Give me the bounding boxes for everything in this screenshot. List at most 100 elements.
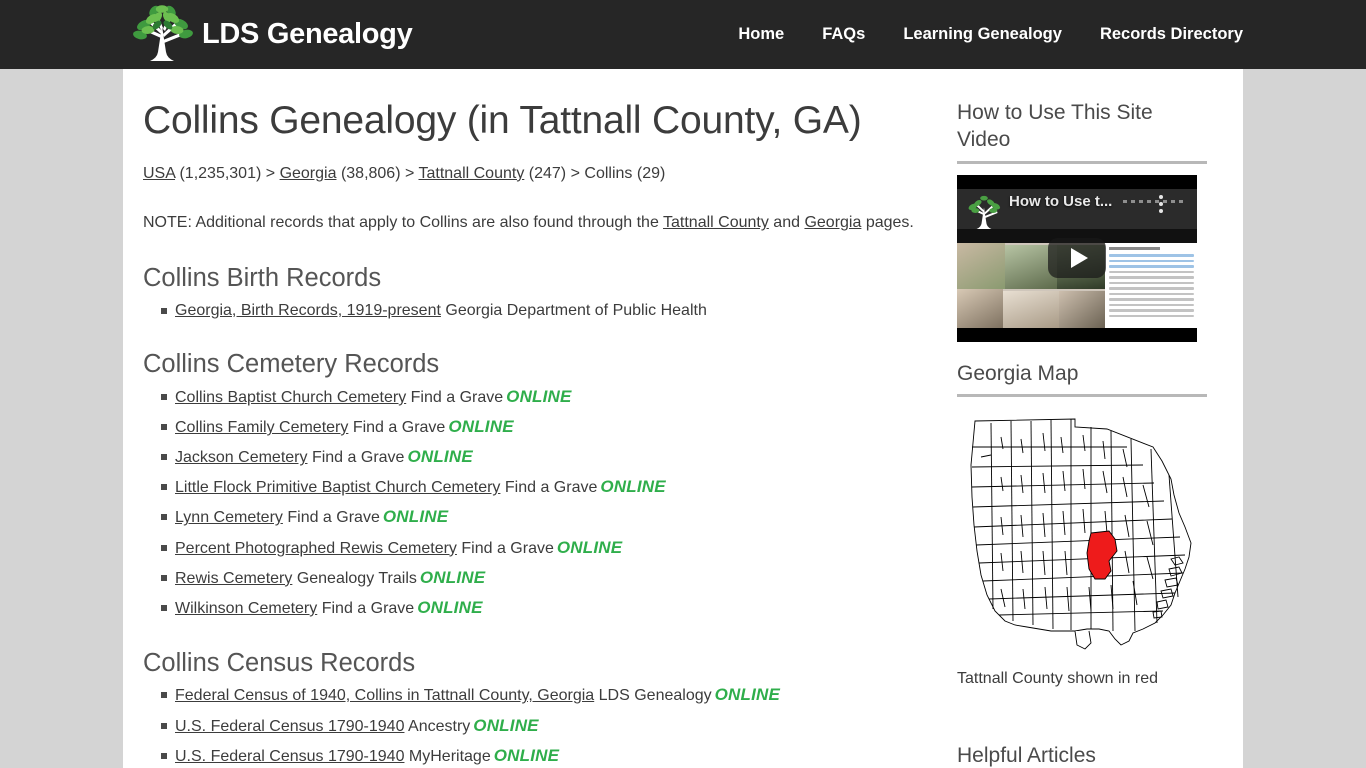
record-item: Federal Census of 1940, Collins in Tattn… — [143, 683, 933, 708]
online-badge: ONLINE — [600, 477, 666, 497]
breadcrumb-usa-link[interactable]: USA — [143, 165, 175, 182]
note-county-link[interactable]: Tattnall County — [663, 214, 769, 231]
breadcrumb-georgia-count: (38,806) — [340, 164, 401, 182]
nav-home[interactable]: Home — [738, 25, 784, 44]
record-item: Wilkinson Cemetery Find a Grave ONLINE — [143, 596, 933, 621]
record-source: Find a Grave — [352, 419, 446, 437]
record-link[interactable]: Georgia, Birth Records, 1919-present — [175, 302, 441, 319]
record-item: Percent Photographed Rewis Cemetery Find… — [143, 536, 933, 561]
nav-faqs[interactable]: FAQs — [822, 25, 865, 44]
online-badge: ONLINE — [419, 567, 486, 587]
record-source: Find a Grave — [461, 539, 554, 557]
page-title: Collins Genealogy (in Tattnall County, G… — [143, 99, 862, 142]
video-title-fade — [1123, 199, 1183, 203]
main-navigation: Home FAQs Learning Genealogy Records Dir… — [738, 25, 1243, 44]
record-source: LDS Genealogy — [598, 687, 712, 705]
record-item: Collins Baptist Church Cemetery Find a G… — [143, 385, 933, 410]
record-link[interactable]: Collins Family Cemetery — [175, 419, 348, 436]
record-link[interactable]: Wilkinson Cemetery — [175, 600, 317, 617]
record-list: Georgia, Birth Records, 1919-present Geo… — [143, 299, 933, 322]
breadcrumb-sep-2: > — [404, 164, 415, 182]
record-list: Collins Baptist Church Cemetery Find a G… — [143, 385, 933, 621]
record-source: Georgia Department of Public Health — [445, 301, 707, 319]
record-source: Find a Grave — [504, 479, 598, 497]
record-source: Find a Grave — [410, 388, 504, 406]
record-list: Federal Census of 1940, Collins in Tattn… — [143, 683, 933, 768]
record-source: Ancestry — [408, 717, 471, 735]
articles-section-heading: Helpful Articles — [957, 742, 1207, 768]
record-item: Georgia, Birth Records, 1919-present Geo… — [143, 299, 933, 322]
record-link[interactable]: Jackson Cemetery — [175, 449, 308, 466]
record-source: MyHeritage — [408, 747, 491, 765]
record-sections: Collins Birth Records Georgia, Birth Reco… — [143, 263, 933, 768]
record-link[interactable]: Percent Photographed Rewis Cemetery — [175, 540, 457, 557]
breadcrumb-surname-count: (29) — [636, 164, 666, 182]
note-paragraph: NOTE: Additional records that apply to C… — [143, 211, 933, 236]
record-item: Rewis Cemetery Genealogy Trails ONLINE — [143, 566, 933, 591]
page-wrapper: Collins Genealogy (in Tattnall County, G… — [0, 69, 1366, 768]
map-section-heading: Georgia Map — [957, 360, 1207, 397]
sidebar: How to Use This Site Video How to Use t.… — [933, 69, 1243, 768]
nav-learning-genealogy[interactable]: Learning Genealogy — [903, 25, 1062, 44]
video-thumb-text-lines — [1105, 243, 1197, 328]
online-badge: ONLINE — [407, 447, 473, 467]
record-link[interactable]: Rewis Cemetery — [175, 570, 292, 587]
video-section-heading: How to Use This Site Video — [957, 99, 1207, 164]
record-item: U.S. Federal Census 1790-1940 MyHeritage… — [143, 744, 933, 768]
play-button-icon[interactable] — [1048, 238, 1106, 279]
content-container: Collins Genealogy (in Tattnall County, G… — [123, 69, 1243, 768]
record-link[interactable]: Lynn Cemetery — [175, 509, 283, 526]
brand-logo-link[interactable]: LDS Genealogy — [128, 4, 413, 66]
more-options-icon[interactable] — [1159, 194, 1163, 216]
section-heading: Collins Cemetery Records — [143, 350, 440, 378]
breadcrumb-county-link[interactable]: Tattnall County — [418, 165, 524, 182]
note-georgia-link[interactable]: Georgia — [804, 214, 861, 231]
record-source: Find a Grave — [311, 449, 405, 467]
record-item: U.S. Federal Census 1790-1940 Ancestry ON… — [143, 714, 933, 739]
record-link[interactable]: U.S. Federal Census 1790-1940 — [175, 748, 404, 765]
record-item: Little Flock Primitive Baptist Church Ce… — [143, 475, 933, 500]
online-badge: ONLINE — [556, 537, 623, 557]
map-caption: Tattnall County shown in red — [957, 669, 1158, 687]
tree-logo-icon — [133, 4, 193, 61]
nav-records-directory[interactable]: Records Directory — [1100, 25, 1243, 44]
note-text-3: pages. — [861, 214, 914, 232]
breadcrumb-sep-3: > — [570, 164, 580, 182]
online-badge: ONLINE — [382, 507, 449, 527]
record-link[interactable]: U.S. Federal Census 1790-1940 — [175, 718, 404, 735]
record-link[interactable]: Federal Census of 1940, Collins in Tattn… — [175, 687, 594, 704]
video-title-overlay: How to Use t... — [1009, 192, 1113, 210]
section-heading: Collins Census Records — [143, 648, 416, 677]
breadcrumb-sep-1: > — [265, 164, 276, 182]
breadcrumb: USA (1,235,301) > Georgia (38,806) > Tat… — [143, 163, 933, 185]
online-badge: ONLINE — [493, 745, 560, 765]
note-text-2: and — [768, 214, 805, 232]
record-item: Lynn Cemetery Find a Grave ONLINE — [143, 505, 933, 530]
section-heading: Collins Birth Records — [143, 263, 382, 292]
online-badge: ONLINE — [473, 715, 539, 735]
breadcrumb-georgia-link[interactable]: Georgia — [280, 165, 337, 182]
note-text-1: NOTE: Additional records that apply to C… — [143, 214, 664, 232]
how-to-use-video-player[interactable]: How to Use t... — [957, 174, 1197, 342]
online-badge: ONLINE — [417, 597, 483, 617]
record-source: Find a Grave — [321, 599, 415, 617]
georgia-map-svg — [970, 418, 1192, 650]
helpful-articles-block: Helpful Articles How You Know You Are Pa… — [957, 742, 1207, 768]
record-item: Collins Family Cemetery Find a Grave ONLI… — [143, 415, 933, 440]
main-column: Collins Genealogy (in Tattnall County, G… — [123, 69, 933, 768]
video-thumb-tree-logo-icon — [968, 195, 1001, 229]
breadcrumb-county-count: (247) — [528, 164, 567, 182]
georgia-county-map — [957, 409, 1207, 662]
breadcrumb-usa-count: (1,235,301) — [179, 164, 262, 182]
breadcrumb-surname: Collins — [584, 164, 633, 182]
online-badge: ONLINE — [448, 417, 514, 437]
record-source: Find a Grave — [287, 509, 380, 527]
brand-name: LDS Genealogy — [202, 18, 413, 50]
online-badge: ONLINE — [714, 685, 781, 705]
record-link[interactable]: Little Flock Primitive Baptist Church Ce… — [175, 479, 500, 496]
record-item: Jackson Cemetery Find a Grave ONLINE — [143, 445, 933, 470]
record-link[interactable]: Collins Baptist Church Cemetery — [175, 389, 406, 406]
site-header: LDS Genealogy Home FAQs Learning Genealo… — [0, 0, 1366, 69]
record-source: Genealogy Trails — [296, 569, 417, 587]
online-badge: ONLINE — [506, 386, 572, 406]
